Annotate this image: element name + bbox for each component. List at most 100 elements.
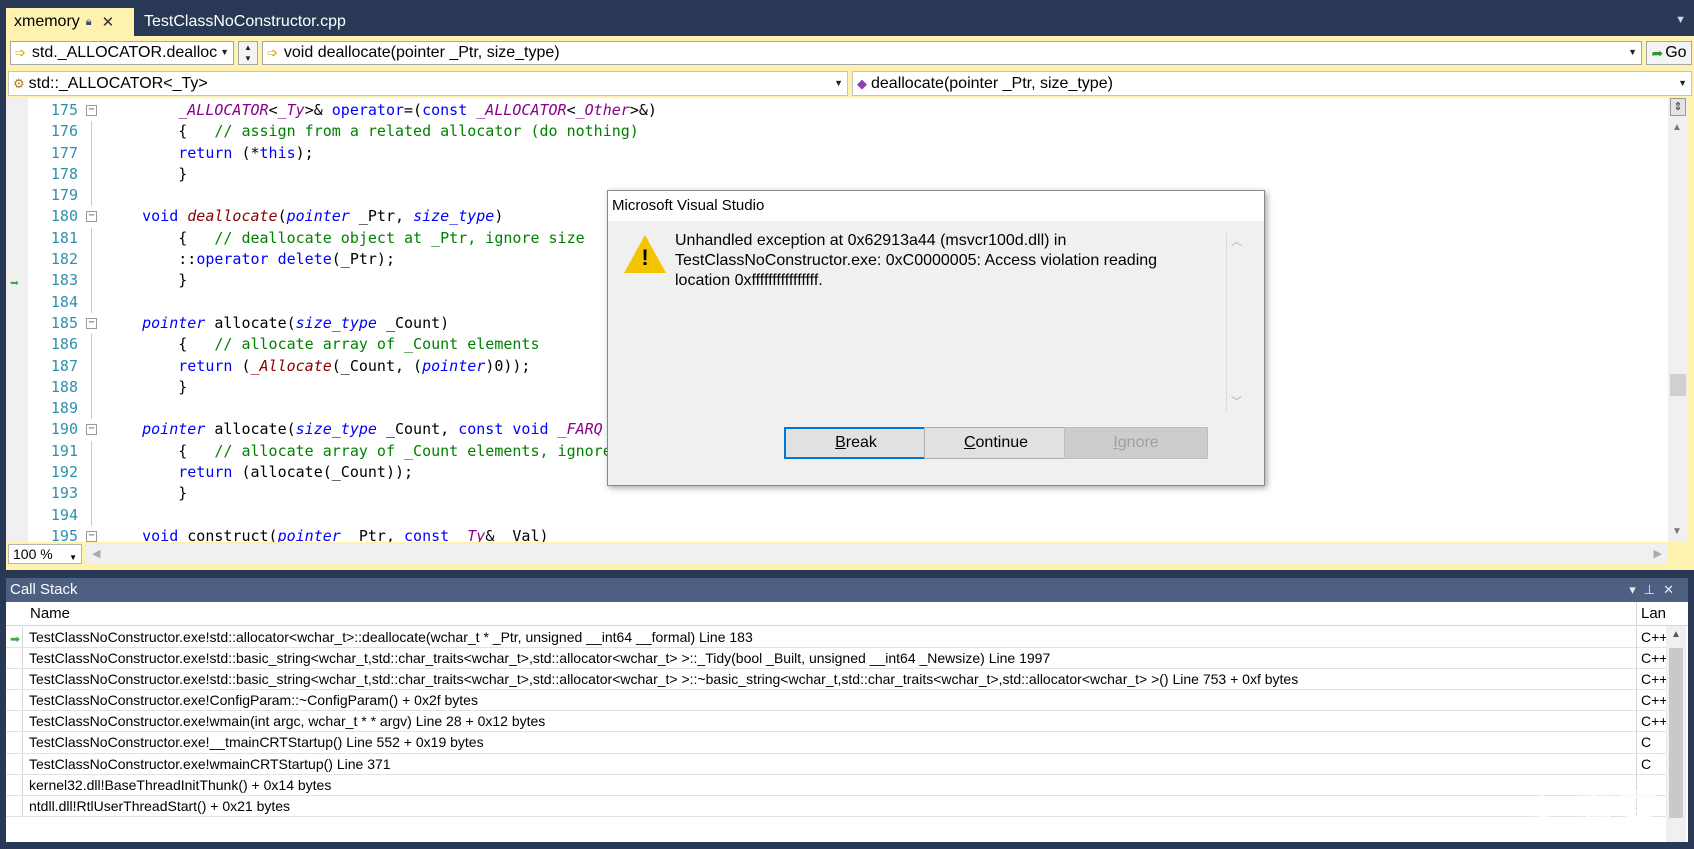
code-text: } — [106, 164, 188, 183]
close-icon[interactable]: ✕ — [102, 13, 115, 31]
frame-language: C++ — [1636, 669, 1667, 691]
method-icon: ◆ — [857, 75, 867, 91]
scroll-up-icon[interactable]: ▲ — [1672, 122, 1682, 133]
code-text: { // assign from a related allocator (do… — [106, 122, 639, 141]
code-line[interactable]: 177 return (*this); — [6, 142, 1676, 164]
line-number: 179 — [50, 186, 78, 205]
line-number: 193 — [50, 484, 78, 503]
collapse-icon[interactable]: − — [86, 317, 97, 329]
current-frame-arrow-icon: ➩ — [267, 45, 278, 60]
code-line[interactable]: 178 } — [6, 163, 1676, 186]
code-line[interactable]: 176 { // assign from a related allocator… — [6, 121, 1676, 143]
line-number: 175 — [50, 101, 78, 119]
outline-guide — [91, 291, 92, 313]
go-button[interactable]: ➦ Go — [1646, 41, 1692, 65]
scope-combo-value: std::_ALLOCATOR<_Ty> — [28, 74, 208, 92]
frame-name: TestClassNoConstructor.exe!ConfigParam::… — [29, 692, 478, 709]
dialog-title: Microsoft Visual Studio — [608, 191, 1264, 221]
call-stack-row[interactable]: TestClassNoConstructor.exe!wmain(int arg… — [6, 711, 1667, 733]
tab-label: TestClassNoConstructor.cpp — [144, 13, 346, 30]
go-arrow-icon: ➦ — [1651, 44, 1664, 61]
line-number: 192 — [50, 463, 78, 482]
collapse-icon[interactable]: − — [86, 530, 97, 542]
scroll-left-icon[interactable]: ◀ — [92, 547, 100, 560]
scroll-up-icon[interactable]: ▲ — [1671, 629, 1681, 640]
chevron-up-icon[interactable]: ︿ — [1231, 233, 1242, 249]
call-stack-row[interactable]: ➡ TestClassNoConstructor.exe!std::allocat… — [6, 627, 1667, 649]
chevron-down-icon: ▼ — [69, 553, 77, 562]
call-stack-row[interactable]: TestClassNoConstructor.exe!wmainCRTStart… — [6, 753, 1666, 775]
code-text: void deallocate(pointer _Ptr, size_type) — [142, 207, 504, 226]
tab-overflow-icon[interactable]: ▼ — [1675, 14, 1686, 26]
code-text: return (allocate(_Count)); — [178, 463, 414, 482]
column-header-language[interactable]: Lan — [1636, 602, 1688, 626]
message-scrollbar[interactable]: ︿ ﹀ — [1226, 231, 1244, 411]
member-combo[interactable]: ◆ deallocate(pointer _Ptr, size_type) ▼ — [852, 71, 1692, 96]
chevron-down-icon: ▼ — [1628, 47, 1637, 57]
zoom-combo[interactable]: 100 % ▼ — [8, 544, 82, 564]
scroll-thumb[interactable] — [1669, 648, 1683, 818]
call-stack-row[interactable]: ntdll.dll!RtlUserThreadStart() + 0x21 by… — [6, 795, 1666, 817]
line-number: 195 — [50, 526, 78, 542]
scope-combo[interactable]: ⚙ std::_ALLOCATOR<_Ty> ▼ — [8, 71, 848, 96]
call-stack-row[interactable]: TestClassNoConstructor.exe!ConfigParam::… — [6, 690, 1667, 712]
debug-location-toolbar: ➩ std._ALLOCATOR.dealloc ▼ ▲ ▼ ➩ void dea… — [6, 38, 1694, 68]
close-icon[interactable]: ✕ — [1663, 582, 1682, 597]
editor-vertical-scrollbar[interactable]: ⇕ ▲ ▼ — [1668, 98, 1688, 542]
frame-name: TestClassNoConstructor.exe!__tmainCRTSta… — [29, 734, 484, 751]
editor-horizontal-scrollbar[interactable]: ◀ ▶ — [86, 544, 1668, 564]
continue-button[interactable]: Continue — [924, 427, 1068, 459]
zoom-value: 100 % — [13, 546, 53, 562]
outline-guide — [91, 355, 92, 377]
splitter-icon[interactable]: ⇕ — [1670, 98, 1686, 116]
current-frame-arrow-icon: ➡ — [10, 632, 21, 646]
call-stack-row[interactable]: TestClassNoConstructor.exe!std::basic_st… — [6, 648, 1667, 670]
break-button[interactable]: Break — [784, 427, 928, 459]
class-icon: ⚙ — [13, 75, 25, 91]
frame-name: kernel32.dll!BaseThreadInitThunk() + 0x1… — [29, 776, 332, 793]
tab-xmemory[interactable]: xmemory 🔒︎ ✕ — [6, 8, 134, 36]
outline-guide — [91, 398, 92, 420]
scroll-thumb[interactable] — [1670, 374, 1686, 396]
call-stack-rows: ➡ TestClassNoConstructor.exe!std::allocat… — [6, 627, 1667, 817]
call-stack-row[interactable]: TestClassNoConstructor.exe!__tmainCRTSta… — [6, 732, 1666, 754]
window-position-icon[interactable]: ▾ — [1629, 582, 1644, 597]
call-stack-row[interactable]: kernel32.dll!BaseThreadInitThunk() + 0x1… — [6, 774, 1666, 796]
outline-guide — [91, 185, 92, 207]
code-line[interactable]: 194 — [6, 504, 1676, 526]
line-number: 181 — [50, 228, 78, 247]
tab-testclassnoconstructor-cpp[interactable]: TestClassNoConstructor.cpp — [136, 8, 354, 36]
collapse-icon[interactable]: − — [86, 211, 97, 223]
line-number: 189 — [50, 399, 78, 418]
chevron-down-icon[interactable]: ﹀ — [1231, 393, 1242, 409]
frame-spinner[interactable]: ▲ ▼ — [238, 41, 258, 65]
call-stack-row[interactable]: TestClassNoConstructor.exe!std::basic_st… — [6, 669, 1667, 691]
scroll-down-icon[interactable]: ▼ — [1672, 526, 1682, 537]
line-number: 186 — [50, 335, 78, 354]
line-number: 183 — [50, 271, 78, 290]
dialog-body: ! Unhandled exception at 0x62913a44 (msv… — [608, 221, 1264, 485]
warning-mark: ! — [641, 245, 649, 270]
code-line[interactable]: 195− void construct(pointer _Ptr, const … — [6, 526, 1676, 542]
line-number: 184 — [50, 292, 78, 311]
column-header-name[interactable]: Name — [30, 602, 70, 626]
navigation-bar: ⚙ std::_ALLOCATOR<_Ty> ▼ ◆ deallocate(po… — [8, 70, 1692, 98]
call-stack-scrollbar[interactable]: ▲ — [1666, 626, 1686, 842]
outline-guide — [91, 142, 92, 164]
line-number: 194 — [50, 505, 78, 524]
call-stack-title: Call Stack — [10, 581, 78, 598]
stack-frame-combo[interactable]: ➩ std._ALLOCATOR.dealloc ▼ — [10, 41, 234, 65]
pin-icon[interactable]: ⊥ — [1644, 582, 1663, 597]
chevron-down-icon: ▼ — [220, 47, 229, 57]
scroll-right-icon[interactable]: ▶ — [1654, 547, 1662, 560]
line-number: 190 — [50, 420, 78, 439]
collapse-icon[interactable]: − — [86, 105, 97, 116]
exception-dialog: Microsoft Visual Studio ! Unhandled exce… — [607, 190, 1265, 486]
lock-icon: 🔒︎ — [85, 15, 92, 28]
code-text: return (_Allocate(_Count, (pointer)0)); — [178, 356, 531, 375]
outline-guide — [91, 163, 92, 186]
function-combo[interactable]: ➩ void deallocate(pointer _Ptr, size_typ… — [262, 41, 1642, 65]
code-line[interactable]: 175− _ALLOCATOR<_Ty>& operator=(const _A… — [6, 100, 1676, 121]
code-line[interactable]: 193 } — [6, 483, 1676, 505]
collapse-icon[interactable]: − — [86, 424, 97, 436]
